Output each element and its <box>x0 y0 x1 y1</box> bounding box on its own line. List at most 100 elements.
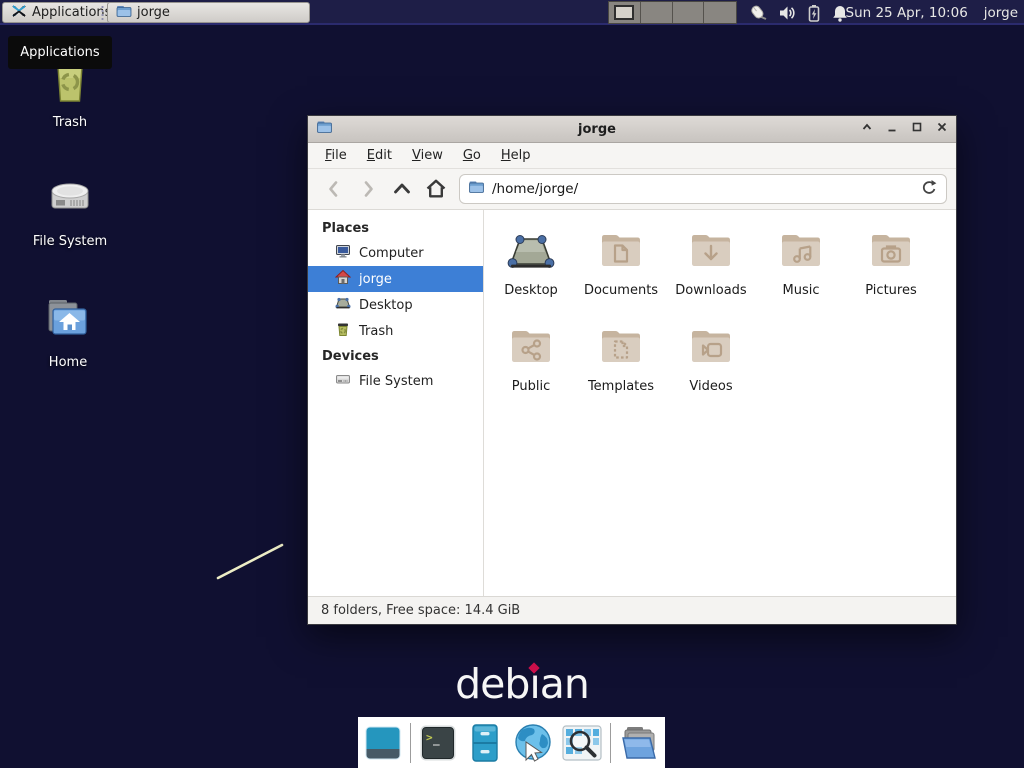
file-cabinet-icon <box>465 723 505 763</box>
workspace-1[interactable] <box>609 2 641 23</box>
top-panel: Applications jorge <box>0 0 1024 25</box>
desktop-icon-home[interactable]: Home <box>18 294 118 370</box>
sidebar-item-computer[interactable]: Computer <box>308 240 483 266</box>
user-home-icon <box>335 269 351 289</box>
panel-clock[interactable]: Sun 25 Apr, 10:06 <box>846 5 968 21</box>
file-manager-launcher[interactable] <box>465 722 505 764</box>
file-item-desktop[interactable]: Desktop <box>486 224 576 320</box>
file-item-music[interactable]: Music <box>756 224 846 320</box>
tooltip-text: Applications <box>20 45 99 60</box>
file-item-public[interactable]: Public <box>486 320 576 416</box>
hard-drive-icon <box>335 371 351 391</box>
path-folder-icon <box>468 179 485 199</box>
debian-wordmark: debıan <box>432 660 612 708</box>
taskbar-folder-icon <box>116 3 132 23</box>
minimize-button[interactable] <box>886 121 898 137</box>
app-finder-icon <box>561 723 603 763</box>
applications-tooltip: Applications <box>8 36 112 69</box>
desktop-icon-file-system[interactable]: File System <box>20 173 120 249</box>
file-item-documents[interactable]: Documents <box>576 224 666 320</box>
window-titlebar[interactable]: jorge <box>308 116 956 143</box>
menu-file[interactable]: File <box>316 144 356 167</box>
web-browser-icon <box>512 722 554 764</box>
workspace-pager[interactable] <box>608 1 737 24</box>
folder-pictures-icon <box>865 226 917 278</box>
home-button[interactable] <box>419 174 453 204</box>
path-text[interactable]: /home/jorge/ <box>492 181 913 197</box>
trash-icon <box>335 321 351 341</box>
file-label: Desktop <box>504 283 558 298</box>
up-button[interactable] <box>385 174 419 204</box>
menu-view[interactable]: View <box>403 144 452 167</box>
desktop-line-artifact <box>210 538 292 584</box>
file-label: Documents <box>584 283 658 298</box>
terminal-launcher[interactable]: > _ <box>418 722 458 764</box>
file-item-templates[interactable]: Templates <box>576 320 666 416</box>
sidebar-item-label: jorge <box>359 272 392 287</box>
sidebar-item-file-system[interactable]: File System <box>308 368 483 394</box>
taskbar-window-label: jorge <box>137 5 170 20</box>
path-bar[interactable]: /home/jorge/ <box>459 174 947 204</box>
folder-videos-icon <box>685 322 737 374</box>
file-item-pictures[interactable]: Pictures <box>846 224 936 320</box>
file-item-videos[interactable]: Videos <box>666 320 756 416</box>
file-label: Videos <box>689 379 732 394</box>
reload-button[interactable] <box>920 178 938 200</box>
forward-button[interactable] <box>351 174 385 204</box>
file-label: Downloads <box>675 283 746 298</box>
maximize-button[interactable] <box>911 121 923 137</box>
file-view[interactable]: Desktop Documents <box>484 210 956 596</box>
computer-icon <box>335 243 351 263</box>
desktop-icon-label: Home <box>49 355 87 370</box>
taskbar-window-button[interactable]: jorge <box>107 2 310 23</box>
panel-username: jorge <box>984 5 1018 21</box>
close-button[interactable] <box>936 121 948 137</box>
volume-tray-icon[interactable] <box>778 4 797 26</box>
mouse-tray-icon[interactable] <box>748 3 768 27</box>
sidebar-item-label: Trash <box>359 324 393 339</box>
shade-button[interactable] <box>861 121 873 137</box>
folder-public-icon <box>505 322 557 374</box>
menubar: File Edit View Go Help <box>308 143 956 169</box>
show-desktop-button[interactable] <box>363 722 403 764</box>
menu-help[interactable]: Help <box>492 144 540 167</box>
app-finder-launcher[interactable] <box>561 722 603 764</box>
sidebar-item-trash[interactable]: Trash <box>308 318 483 344</box>
desktop-icon <box>335 295 351 315</box>
workspace-4[interactable] <box>704 2 736 23</box>
file-manager-window: jorge File Edit View Go Help <box>307 115 957 625</box>
back-button[interactable] <box>317 174 351 204</box>
svg-text:_: _ <box>433 733 440 746</box>
sidebar-item-label: Desktop <box>359 298 413 313</box>
sidebar-item-jorge[interactable]: jorge <box>308 266 483 292</box>
window-folder-icon <box>316 119 333 139</box>
directory-menu-button[interactable] <box>618 722 660 764</box>
toolbar: /home/jorge/ <box>308 169 956 210</box>
sidebar: Places Computer <box>308 210 484 596</box>
desktop-icon <box>505 226 557 278</box>
sidebar-item-label: File System <box>359 374 433 389</box>
sidebar-item-desktop[interactable]: Desktop <box>308 292 483 318</box>
applications-menu-label: Applications <box>32 5 111 20</box>
workspace-3[interactable] <box>673 2 705 23</box>
file-label: Pictures <box>865 283 916 298</box>
folder-documents-icon <box>595 226 647 278</box>
desktop-icon-label: File System <box>33 234 107 249</box>
dock-panel: > _ <box>358 717 665 768</box>
workspace-2[interactable] <box>641 2 673 23</box>
statusbar: 8 folders, Free space: 14.4 GiB <box>308 596 956 624</box>
window-title: jorge <box>333 122 861 137</box>
sidebar-item-label: Computer <box>359 246 424 261</box>
hard-drive-icon <box>44 173 96 227</box>
file-label: Music <box>783 283 820 298</box>
battery-tray-icon[interactable] <box>807 4 821 27</box>
file-item-downloads[interactable]: Downloads <box>666 224 756 320</box>
pager-window-thumb <box>614 5 634 20</box>
sidebar-section-places: Places <box>308 216 483 240</box>
web-browser-launcher[interactable] <box>512 722 554 764</box>
menu-edit[interactable]: Edit <box>358 144 401 167</box>
sidebar-section-devices: Devices <box>308 344 483 368</box>
menu-go[interactable]: Go <box>454 144 490 167</box>
xfce-logo-icon <box>11 3 27 23</box>
desktop-icon-label: Trash <box>53 115 87 130</box>
